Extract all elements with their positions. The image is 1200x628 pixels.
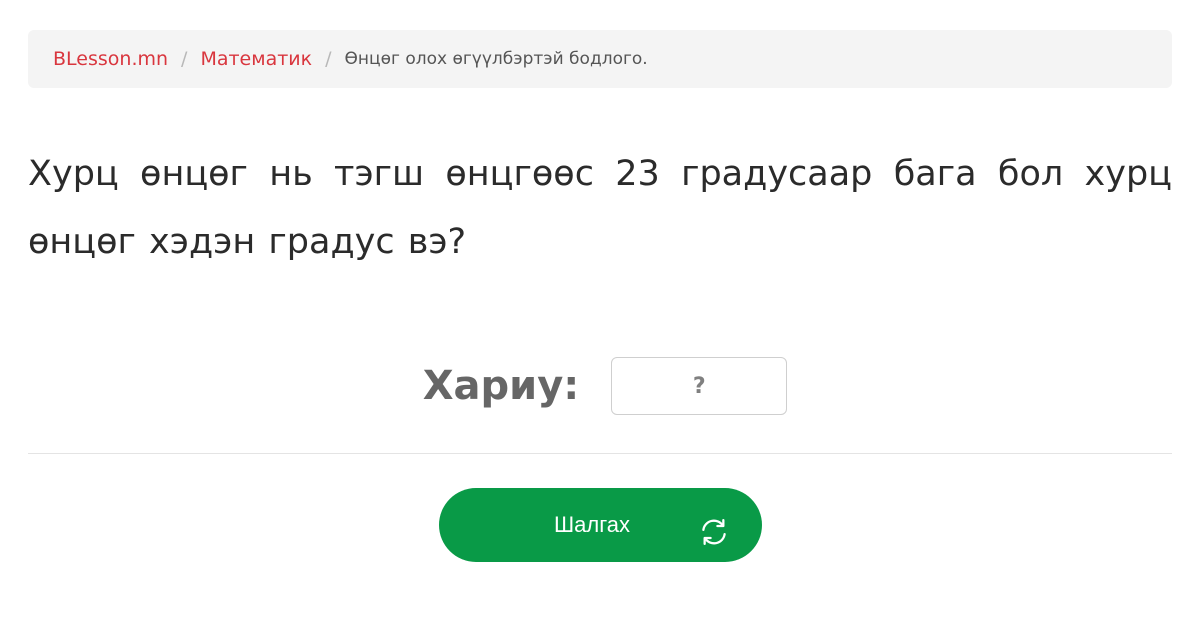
breadcrumb-separator: / bbox=[325, 48, 332, 70]
refresh-icon bbox=[702, 518, 726, 546]
breadcrumb-current-page: Өнцөг олох өгүүлбэртэй бодлого. bbox=[344, 49, 648, 69]
page: BLesson.mn / Математик / Өнцөг олох өгүү… bbox=[0, 0, 1200, 628]
question-text: Хурц өнцөг нь тэгш өнцгөөс 23 градусаар … bbox=[28, 154, 1172, 262]
answer-row: Хариу: bbox=[0, 355, 1200, 417]
breadcrumb-separator: / bbox=[181, 48, 188, 70]
breadcrumb: BLesson.mn / Математик / Өнцөг олох өгүү… bbox=[28, 30, 1172, 88]
answer-input[interactable] bbox=[611, 357, 788, 415]
check-button-label: Шалгах bbox=[554, 512, 631, 537]
breadcrumb-home-link[interactable]: BLesson.mn bbox=[53, 48, 168, 70]
answer-label: Хариу: bbox=[422, 363, 580, 409]
divider bbox=[28, 453, 1172, 454]
check-button[interactable]: Шалгах bbox=[439, 488, 762, 562]
breadcrumb-category-link[interactable]: Математик bbox=[200, 48, 312, 70]
